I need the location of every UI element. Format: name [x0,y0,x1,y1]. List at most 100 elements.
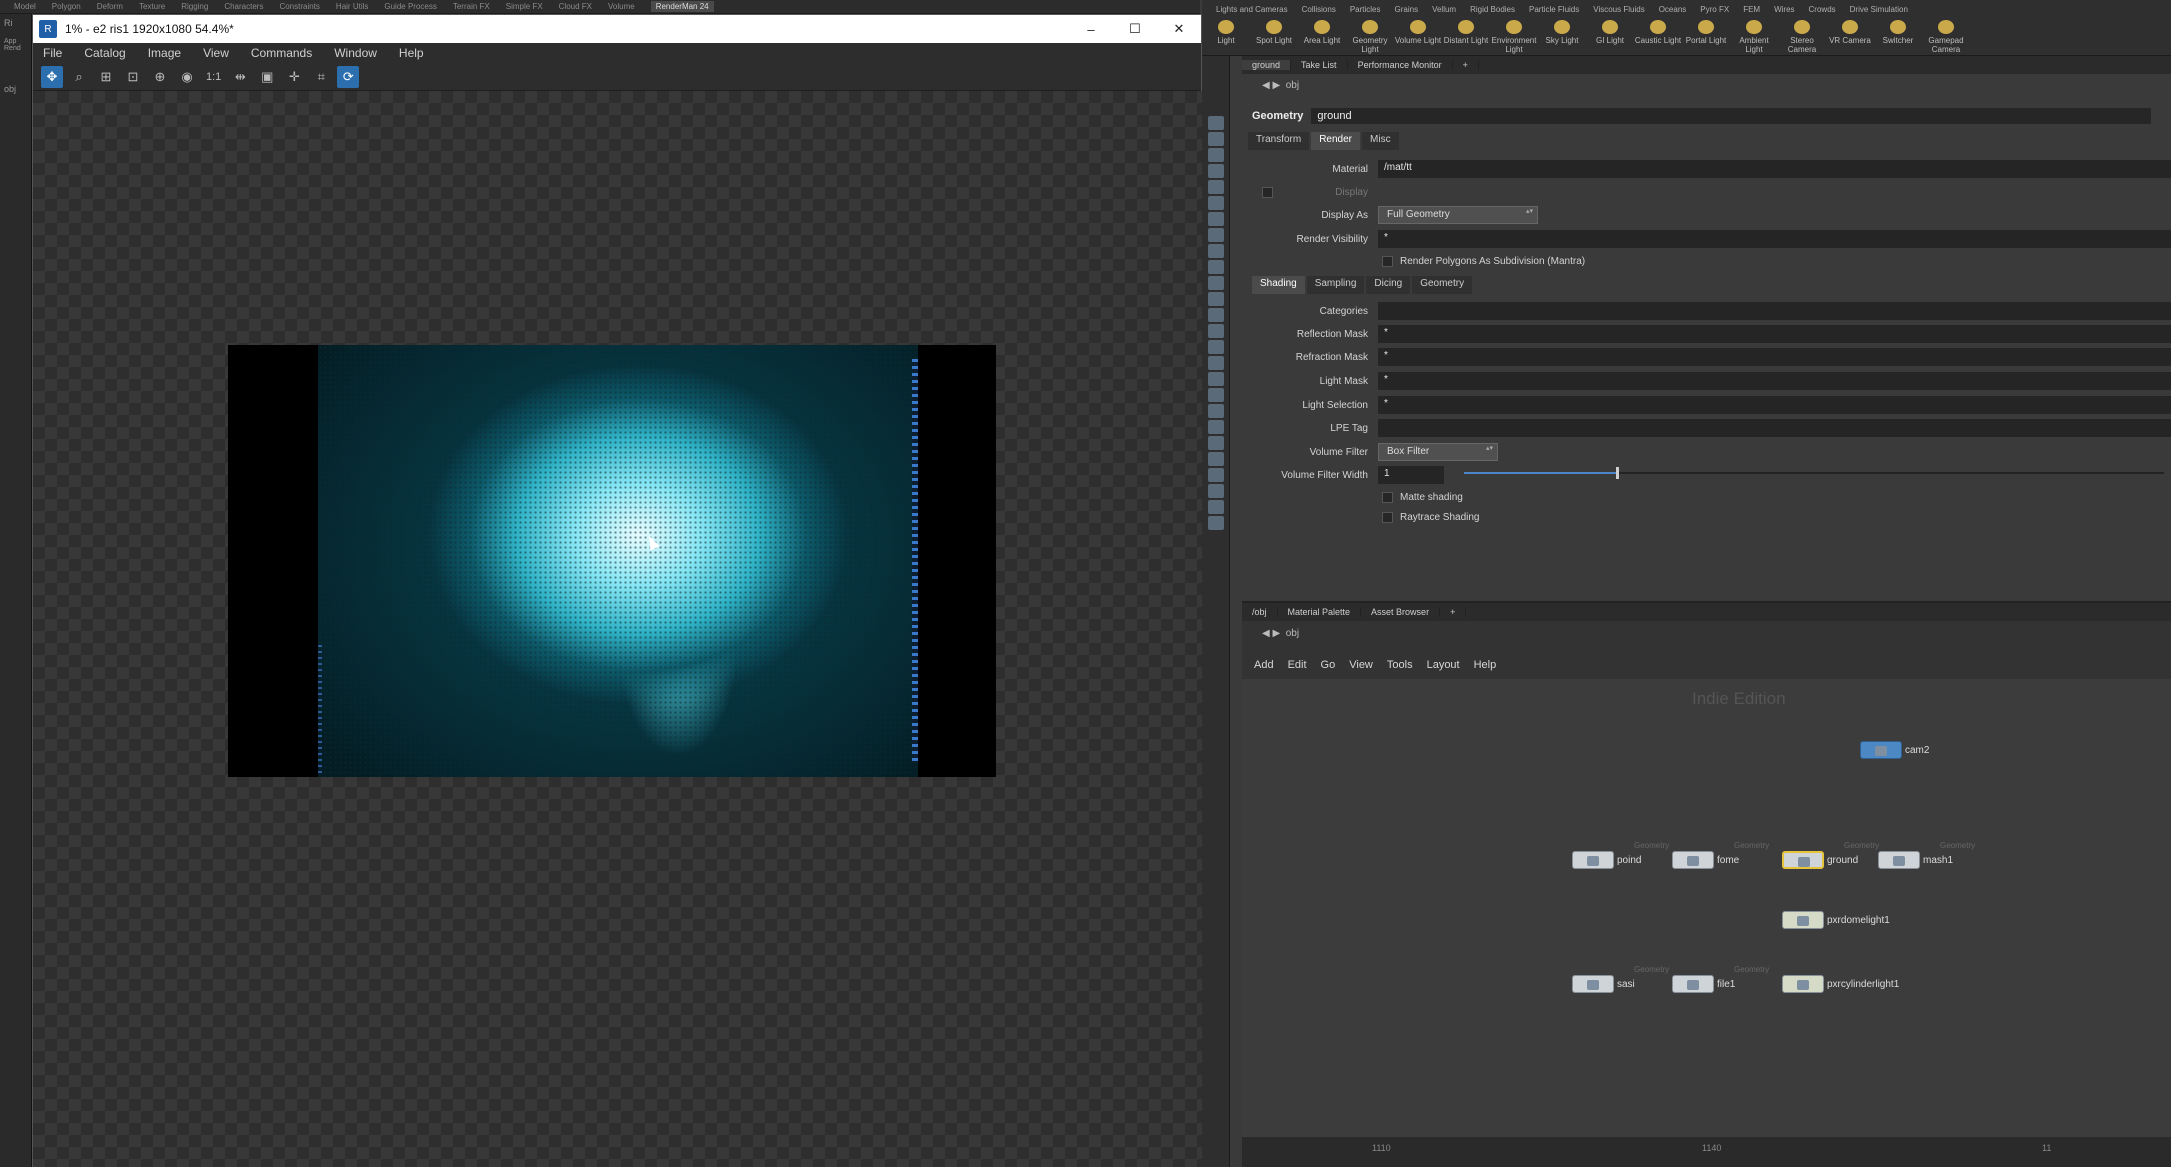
zoom-in-icon[interactable]: ⊕ [149,66,171,88]
net-menu-view[interactable]: View [1349,659,1373,671]
fit-icon[interactable]: ⊞ [95,66,117,88]
node-fome[interactable]: Geometry fome [1672,841,1769,871]
node-name-field[interactable]: ground [1311,108,2152,124]
shelf-tab[interactable]: Lights and Cameras [1216,5,1288,14]
back-icon[interactable]: ◀ ▶ [1262,80,1286,91]
shelf-tab[interactable]: Texture [139,2,165,11]
tab-misc[interactable]: Misc [1362,132,1399,150]
shelf-tab[interactable]: Drive Simulation [1850,5,1908,14]
categories-field[interactable] [1378,302,2171,320]
network-path[interactable]: obj [1286,628,1299,639]
menu-commands[interactable]: Commands [251,46,312,60]
shelf-tab[interactable]: Polygon [52,2,81,11]
menu-help[interactable]: Help [399,46,424,60]
shelf-tool[interactable]: Caustic Light [1634,20,1682,56]
shelf-tool[interactable]: GI Light [1586,20,1634,56]
menu-file[interactable]: File [43,46,62,60]
shelf-tool[interactable]: Portal Light [1682,20,1730,56]
image-viewport[interactable] [33,91,1203,1167]
shelf-tool[interactable]: Ambient Light [1730,20,1778,56]
slider-handle[interactable] [1616,467,1619,479]
shelf-tab[interactable]: Oceans [1659,5,1687,14]
matte-shading-checkbox[interactable] [1382,491,1393,503]
shelf-tool[interactable]: VR Camera [1826,20,1874,56]
add-tab-button[interactable]: + [1453,60,1479,70]
shelf-tab[interactable]: Terrain FX [453,2,490,11]
net-menu-tools[interactable]: Tools [1387,659,1413,671]
shelf-tab[interactable]: Vellum [1432,5,1456,14]
shelf-tab[interactable]: Crowds [1809,5,1836,14]
tool-icon[interactable] [1208,500,1224,514]
volume-filter-width-field[interactable]: 1 [1378,466,1444,484]
tool-icon[interactable] [1208,116,1224,130]
lpe-tag-field[interactable] [1378,419,2171,437]
tool-icon[interactable] [1208,468,1224,482]
net-menu-add[interactable]: Add [1254,659,1274,671]
tab-take-list[interactable]: Take List [1291,60,1348,70]
tool-icon[interactable] [1208,340,1224,354]
tab-performance-monitor[interactable]: Performance Monitor [1348,60,1453,70]
material-field[interactable]: /mat/tt [1378,160,2171,178]
light-selection-field[interactable]: * [1378,396,2171,414]
shelf-tab[interactable]: Characters [224,2,263,11]
tab-transform[interactable]: Transform [1248,132,1310,150]
refraction-mask-field[interactable]: * [1378,348,2171,366]
pan-icon[interactable]: ✥ [41,65,63,88]
shelf-tool[interactable]: Stereo Camera [1778,20,1826,56]
tool-icon[interactable] [1208,516,1224,530]
shelf-tool[interactable]: Distant Light [1442,20,1490,56]
tool-icon[interactable] [1208,452,1224,466]
render-visibility-field[interactable]: * [1378,230,2171,248]
node-ground[interactable]: Geometry ground [1782,841,1879,871]
timeline-ruler[interactable]: 1110 1140 11 [1242,1137,2171,1167]
shelf-tab[interactable]: Pyro FX [1700,5,1729,14]
shelf-tab[interactable]: Particle Fluids [1529,5,1579,14]
node-sasi[interactable]: Geometry sasi [1572,965,1669,995]
shelf-tab[interactable]: Volume [608,2,635,11]
pick-icon[interactable]: ◉ [176,66,198,88]
shelf-tool[interactable]: Environment Light [1490,20,1538,56]
tab-ground[interactable]: ground [1242,60,1292,70]
shelf-tool[interactable]: Switcher [1874,20,1922,56]
snapshot-icon[interactable]: ▣ [256,66,278,88]
shelf-tab[interactable]: Hair Utils [336,2,368,11]
tool-icon[interactable] [1208,404,1224,418]
node-pxrdomelight1[interactable]: pxrdomelight1 [1782,909,1890,931]
network-canvas[interactable]: Indie Edition cam2 Geometry poind Geomet… [1242,679,2171,1137]
tool-icon[interactable] [1208,164,1224,178]
window-titlebar[interactable]: R 1% - e2 ris1 1920x1080 54.4%* – ☐ ✕ [33,15,1201,43]
net-menu-help[interactable]: Help [1474,659,1497,671]
menu-image[interactable]: Image [148,46,181,60]
reflection-mask-field[interactable]: * [1378,325,2171,343]
node-cam2[interactable]: cam2 [1860,739,1929,761]
tool-icon[interactable] [1208,308,1224,322]
tab-obj[interactable]: /obj [1242,607,1278,617]
tool-icon[interactable] [1208,292,1224,306]
tool-icon[interactable] [1208,276,1224,290]
shelf-tab[interactable]: Collisions [1302,5,1336,14]
render-icon[interactable]: ⟳ [337,65,360,88]
zoom-icon[interactable]: ⌕ [68,66,90,88]
shelf-tab[interactable]: Deform [97,2,123,11]
close-icon[interactable]: ✕ [1157,15,1201,43]
shelf-tab[interactable]: Model [14,2,36,11]
shelf-tab[interactable]: Guide Process [384,2,436,11]
tab-sampling[interactable]: Sampling [1306,276,1365,294]
tool-icon[interactable] [1208,244,1224,258]
shelf-tool[interactable]: Geometry Light [1346,20,1394,56]
light-mask-field[interactable]: * [1378,372,2171,390]
shelf-tab[interactable]: Rigging [181,2,208,11]
shelf-tab[interactable]: Wires [1774,5,1794,14]
volume-filter-dropdown[interactable]: Box Filter [1378,443,1498,461]
tool-icon[interactable] [1208,420,1224,434]
net-menu-edit[interactable]: Edit [1288,659,1307,671]
tool-icon[interactable] [1208,132,1224,146]
tab-dicing[interactable]: Dicing [1366,276,1411,294]
node-poind[interactable]: Geometry poind [1572,841,1669,871]
flip-icon[interactable]: ⇹ [229,66,251,88]
shelf-tab[interactable]: Simple FX [506,2,543,11]
crosshair-icon[interactable]: ✛ [283,66,305,88]
tool-icon[interactable] [1208,212,1224,226]
tool-icon[interactable] [1208,148,1224,162]
tool-icon[interactable] [1208,372,1224,386]
